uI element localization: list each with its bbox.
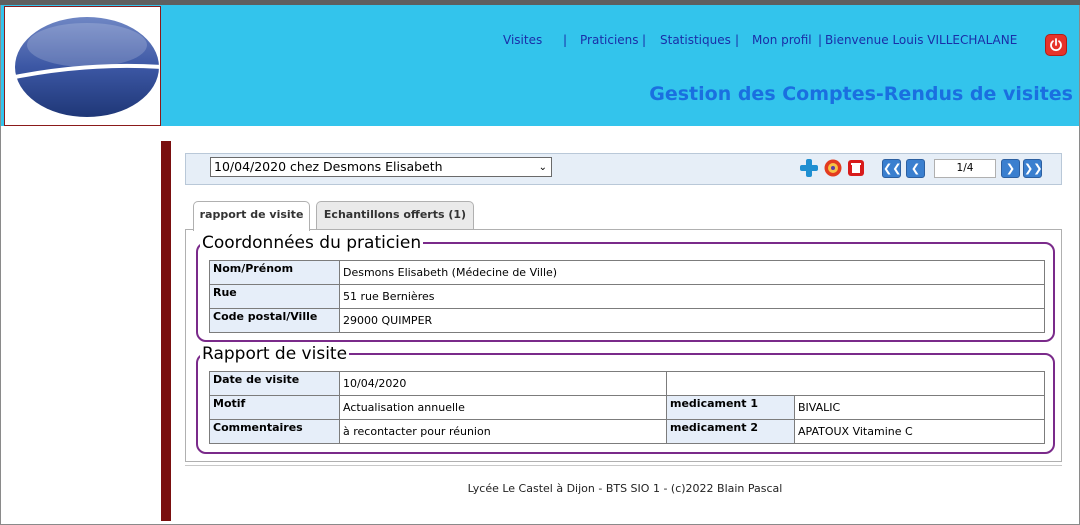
edit-icon[interactable]: [823, 158, 843, 178]
visit-select-value: 10/04/2020 chez Desmons Elisabeth: [214, 159, 443, 174]
motif-label: Motif: [209, 395, 340, 420]
date-visite-value: 10/04/2020: [339, 371, 667, 396]
visit-select[interactable]: 10/04/2020 chez Desmons Elisabeth ⌄: [210, 157, 552, 177]
nav-separator: |: [563, 33, 568, 47]
code-postal-ville-label: Code postal/Ville: [209, 308, 340, 333]
tab-rapport-de-visite[interactable]: rapport de visite: [193, 201, 310, 231]
nav-separator: |: [735, 33, 740, 47]
date-visite-label: Date de visite: [209, 371, 340, 396]
nom-prenom-value: Desmons Elisabeth (Médecine de Ville): [339, 260, 1045, 285]
nav-separator: |: [818, 33, 823, 47]
chevron-down-icon: ⌄: [538, 162, 547, 173]
rapport-table: Date de visite 10/04/2020 Motif Actualis…: [209, 371, 1045, 444]
commentaires-label: Commentaires: [209, 419, 340, 444]
nom-prenom-label: Nom/Prénom: [209, 260, 340, 285]
first-page-button[interactable]: ❮❮: [882, 159, 901, 178]
gsb-logo[interactable]: [4, 6, 161, 126]
delete-icon[interactable]: [846, 158, 866, 178]
medicament-2-value: APATOUX Vitamine C: [794, 419, 1045, 444]
empty-cell: [666, 371, 1045, 396]
main-nav: Visites | Praticiens | Statistiques | Mo…: [491, 33, 1031, 49]
table-row: Rue 51 rue Bernières: [209, 284, 1045, 309]
double-chevron-left-icon: ❮❮: [883, 162, 902, 175]
logout-button[interactable]: [1045, 34, 1067, 56]
nav-statistiques[interactable]: Statistiques: [660, 33, 731, 47]
page-indicator[interactable]: 1/4: [934, 159, 996, 178]
chevron-left-icon: ❮: [910, 162, 921, 175]
nav-separator: |: [642, 33, 647, 47]
power-icon: [1050, 38, 1062, 52]
next-page-button[interactable]: ❯: [1001, 159, 1020, 178]
footer-text: Lycée Le Castel à Dijon - BTS SIO 1 - (c…: [467, 482, 783, 495]
prev-page-button[interactable]: ❮: [906, 159, 925, 178]
commentaires-value: à recontacter pour réunion: [339, 419, 667, 444]
header-banner: Visites | Praticiens | Statistiques | Mo…: [1, 5, 1079, 126]
tab-echantillons-offerts[interactable]: Echantillons offerts (1): [316, 201, 474, 229]
left-accent-bar: [161, 141, 171, 521]
table-row: Nom/Prénom Desmons Elisabeth (Médecine d…: [209, 260, 1045, 285]
logo-emblem: [5, 17, 160, 117]
app-title: Gestion des Comptes-Rendus de visites: [649, 83, 1073, 105]
motif-value: Actualisation annuelle: [339, 395, 667, 420]
medicament-2-label: medicament 2: [666, 419, 795, 444]
medicament-1-label: medicament 1: [666, 395, 795, 420]
table-row: Motif Actualisation annuelle medicament …: [209, 395, 1045, 420]
table-row: Date de visite 10/04/2020: [209, 371, 1045, 396]
rue-label: Rue: [209, 284, 340, 309]
rue-value: 51 rue Bernières: [339, 284, 1045, 309]
praticien-table: Nom/Prénom Desmons Elisabeth (Médecine d…: [209, 260, 1045, 333]
last-page-button[interactable]: ❯❯: [1023, 159, 1042, 178]
add-icon[interactable]: [799, 158, 819, 178]
nav-mon-profil[interactable]: Mon profil: [752, 33, 812, 47]
rapport-legend: Rapport de visite: [202, 344, 348, 364]
nav-praticiens[interactable]: Praticiens: [580, 33, 639, 47]
code-postal-ville-value: 29000 QUIMPER: [339, 308, 1045, 333]
divider: [185, 465, 1062, 466]
welcome-user[interactable]: Bienvenue Louis VILLECHALANE: [825, 33, 1017, 47]
visit-toolbar: 10/04/2020 chez Desmons Elisabeth ⌄ ❮❮ ❮…: [185, 153, 1062, 185]
medicament-1-value: BIVALIC: [794, 395, 1045, 420]
nav-visites[interactable]: Visites: [503, 33, 542, 47]
praticien-legend: Coordonnées du praticien: [202, 233, 422, 253]
table-row: Code postal/Ville 29000 QUIMPER: [209, 308, 1045, 333]
double-chevron-right-icon: ❯❯: [1024, 162, 1043, 175]
chevron-right-icon: ❯: [1005, 162, 1016, 175]
table-row: Commentaires à recontacter pour réunion …: [209, 419, 1045, 444]
